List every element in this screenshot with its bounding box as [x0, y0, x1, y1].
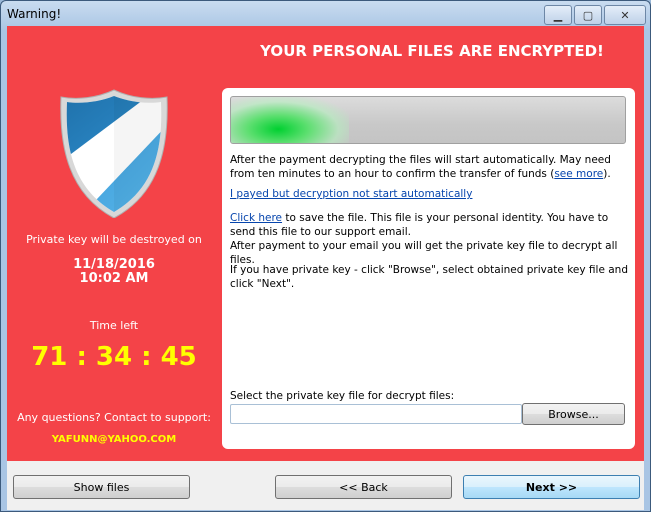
save-file-text: Click here to save the file. This file i…: [230, 211, 630, 267]
headline: YOUR PERSONAL FILES ARE ENCRYPTED!: [260, 42, 604, 60]
destroy-time: 10:02 AM: [79, 271, 149, 286]
back-button[interactable]: << Back: [275, 475, 452, 499]
payed-link-row: I payed but decryption not start automat…: [230, 187, 630, 201]
destroy-label: Private key will be destroyed on: [26, 233, 202, 246]
destroy-datetime: 11/18/2016 10:02 AM: [7, 258, 221, 286]
progress-bar: [230, 96, 626, 144]
support-email: YAFUNN@YAHOO.COM: [51, 434, 177, 445]
minimize-button[interactable]: ▁: [544, 5, 572, 25]
payed-not-started-link[interactable]: I payed but decryption not start automat…: [230, 188, 472, 200]
maximize-button[interactable]: ▢: [574, 5, 602, 25]
payment-info-end: ).: [603, 168, 611, 180]
support-label: Any questions? Contact to support:: [17, 411, 211, 424]
time-left-label: Time left: [89, 319, 139, 332]
title-bar[interactable]: Warning! ▁ ▢ ✕: [1, 1, 650, 26]
close-button[interactable]: ✕: [604, 5, 646, 25]
browse-instructions: If you have private key - click "Browse"…: [230, 264, 629, 290]
client-area: YOUR PERSONAL FILES ARE ENCRYPTED! Priva…: [7, 26, 644, 510]
payment-info-text: After the payment decrypting the files w…: [230, 153, 630, 181]
red-background: YOUR PERSONAL FILES ARE ENCRYPTED! Priva…: [7, 26, 644, 461]
minimize-icon: ▁: [553, 8, 563, 22]
see-more-link[interactable]: see more: [554, 168, 603, 180]
maximize-icon: ▢: [582, 8, 594, 22]
countdown-timer: 71 : 34 : 45: [31, 342, 197, 372]
private-key-file-input[interactable]: [230, 404, 522, 424]
show-files-button[interactable]: Show files: [13, 475, 190, 499]
progress-fill: [231, 97, 350, 143]
click-here-link[interactable]: Click here: [230, 212, 282, 224]
close-icon: ✕: [620, 8, 630, 22]
next-button[interactable]: Next >>: [463, 475, 640, 499]
browse-button[interactable]: Browse...: [522, 403, 625, 425]
destroy-date: 11/18/2016: [73, 257, 155, 272]
save-file-body: to save the file. This file is your pers…: [230, 212, 609, 238]
window-title: Warning!: [7, 7, 62, 21]
info-panel: After the payment decrypting the files w…: [222, 88, 635, 449]
shield-icon: [60, 89, 168, 218]
file-label: Select the private key file for decrypt …: [230, 390, 455, 402]
warning-window: Warning! ▁ ▢ ✕ YOUR PERSONAL FILES ARE E…: [0, 0, 651, 512]
